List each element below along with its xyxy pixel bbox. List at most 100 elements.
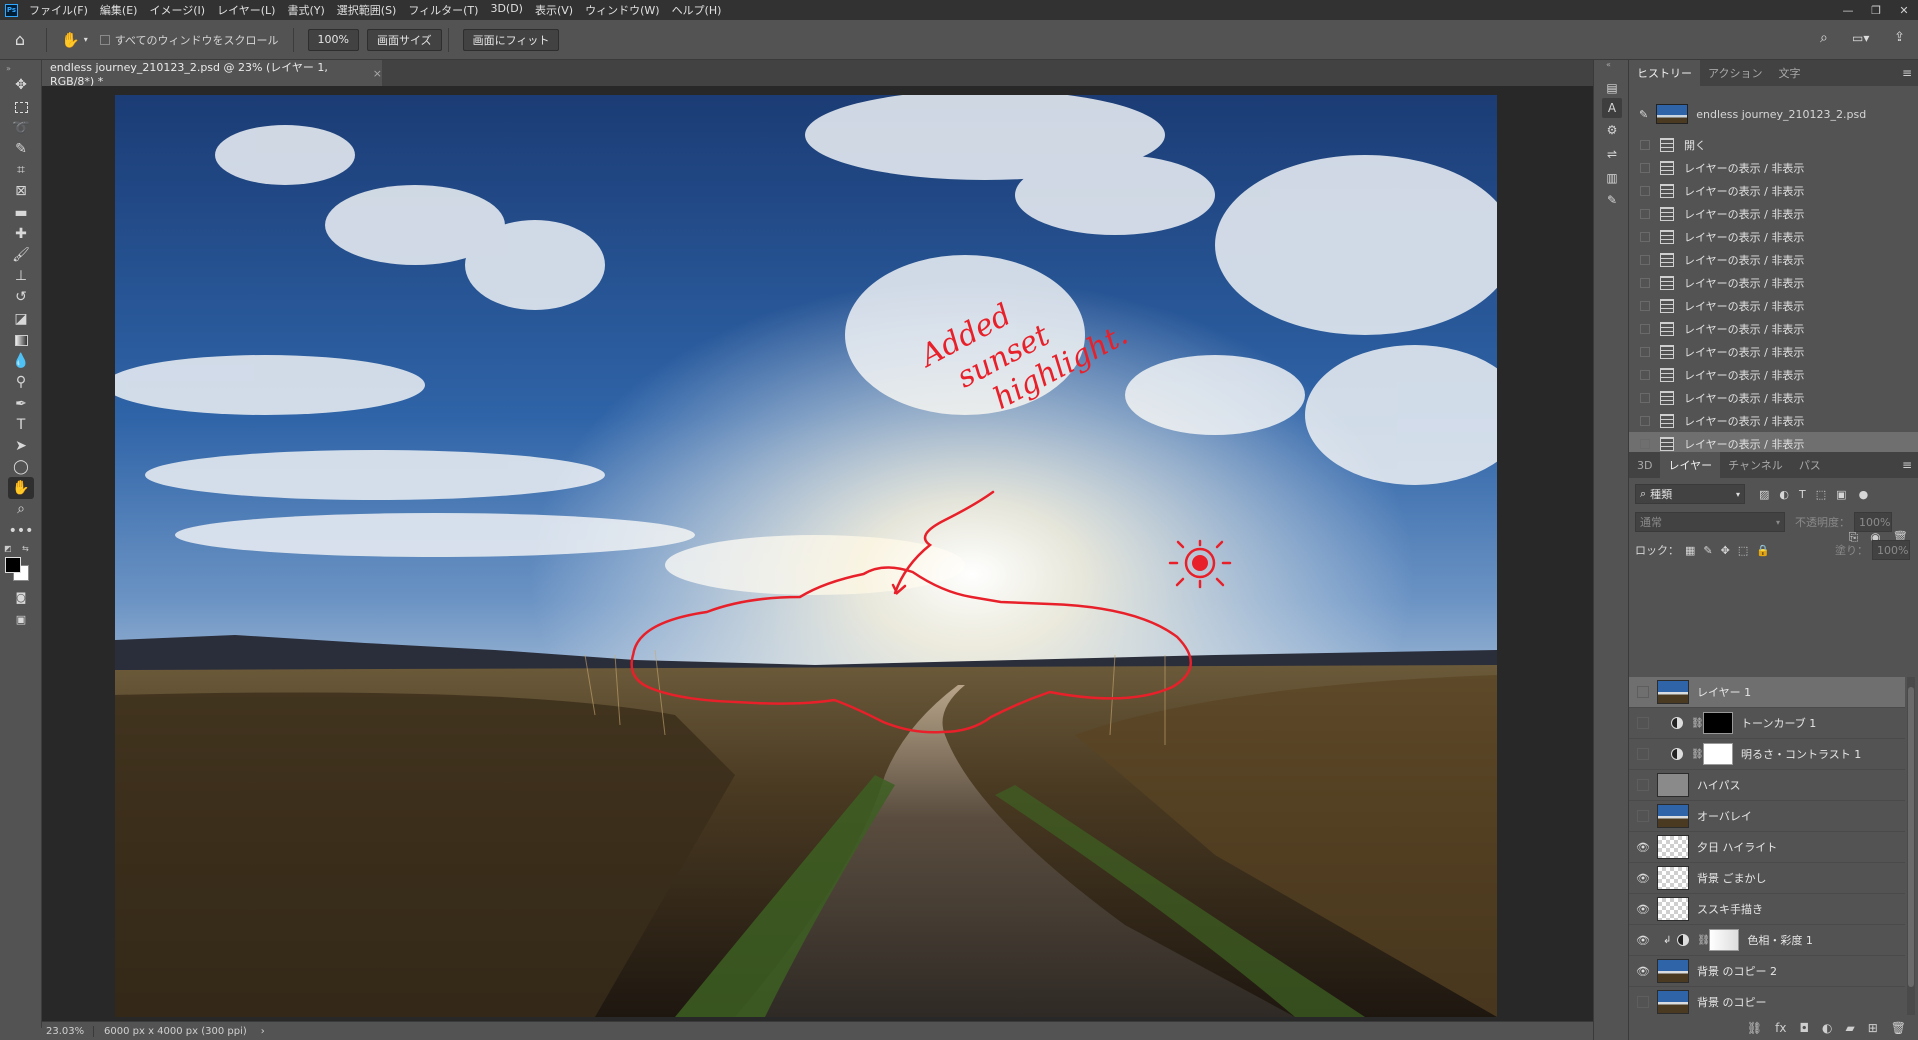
tab-layers[interactable]: レイヤー (1660, 452, 1721, 478)
menu-item[interactable]: ファイル(F) (23, 2, 94, 18)
default-colors-icon[interactable]: ◩ (4, 544, 12, 553)
opacity-input[interactable]: 100% (1854, 512, 1892, 532)
layer-thumbnail[interactable] (1657, 804, 1689, 828)
visibility-eye-icon[interactable]: 👁 (1629, 956, 1657, 987)
healing-brush-icon[interactable]: ✚ (8, 223, 34, 245)
layer-thumbnail[interactable] (1657, 680, 1689, 704)
trash-icon[interactable]: 🗑 (1891, 1021, 1906, 1035)
visibility-toggle[interactable] (1629, 708, 1657, 739)
history-brush-icon[interactable]: ↺ (8, 286, 34, 308)
layer-row[interactable]: ハイパス (1629, 770, 1905, 801)
history-brush-checkbox[interactable] (1640, 438, 1650, 449)
stamp-tool-icon[interactable]: ⊥ (8, 265, 34, 287)
menu-item[interactable]: ウィンドウ(W) (579, 2, 665, 18)
history-brush-checkbox[interactable] (1640, 277, 1650, 288)
actions-panel-icon[interactable]: ⚙ (1602, 120, 1622, 140)
layer-thumbnail[interactable] (1657, 773, 1689, 797)
layer-row[interactable]: 👁 ↲ ⛓ 色相・彩度 1 (1629, 925, 1905, 956)
canvas-area[interactable]: Added sunset highlight. (42, 86, 1593, 1021)
close-window-icon[interactable]: ✕ (1890, 0, 1918, 20)
layer-row[interactable]: レイヤー 1 (1629, 677, 1905, 708)
status-menu-arrow[interactable]: › (261, 1026, 265, 1037)
add-mask-icon[interactable]: ◘ (1799, 1021, 1809, 1035)
mask-link-icon[interactable]: ⛓ (1691, 749, 1704, 760)
lasso-tool-icon[interactable]: ➰ (8, 117, 34, 139)
filter-type-icon[interactable]: T (1799, 488, 1806, 501)
filter-shape-icon[interactable]: ⬚ (1816, 488, 1826, 501)
close-tab-icon[interactable]: × (373, 67, 382, 80)
visibility-box[interactable] (1637, 779, 1649, 791)
hand-tool-icon[interactable]: ✋ (8, 477, 34, 499)
layer-thumbnail[interactable] (1657, 897, 1689, 921)
adjustments-panel-icon[interactable]: ⇌ (1602, 144, 1622, 164)
history-brush-checkbox[interactable] (1640, 162, 1650, 173)
brush-tool-icon[interactable]: 🖌 (8, 244, 34, 266)
history-state[interactable]: レイヤーの表示 / 非表示 (1629, 156, 1918, 179)
history-state[interactable]: レイヤーの表示 / 非表示 (1629, 386, 1918, 409)
layer-thumbnail[interactable] (1657, 866, 1689, 890)
pen-tool-icon[interactable]: ✒ (8, 393, 34, 415)
visibility-toggle[interactable] (1629, 739, 1657, 770)
history-brush-checkbox[interactable] (1640, 346, 1650, 357)
zoom-tool-icon[interactable]: ⌕ (8, 498, 34, 520)
zoom-100-button[interactable]: 100% (307, 28, 359, 51)
history-state[interactable]: レイヤーの表示 / 非表示 (1629, 409, 1918, 432)
history-state[interactable]: レイヤーの表示 / 非表示 (1629, 294, 1918, 317)
frame-tool-icon[interactable]: ⊠ (8, 180, 34, 202)
lock-image-icon[interactable]: ✎ (1703, 544, 1712, 557)
tab-history[interactable]: ヒストリー (1629, 60, 1700, 86)
ruler-tool-icon[interactable]: ▬ (8, 202, 34, 224)
search-icon[interactable]: ⌕ (1820, 30, 1828, 46)
visibility-toggle[interactable] (1629, 987, 1657, 1016)
visibility-toggle[interactable] (1629, 801, 1657, 832)
panel-menu-icon[interactable]: ≡ (1902, 66, 1912, 80)
mask-link-icon[interactable]: ⛓ (1697, 935, 1710, 946)
visibility-eye-icon[interactable]: 👁 (1629, 894, 1657, 925)
visibility-eye-icon[interactable]: 👁 (1629, 925, 1657, 956)
collapse-icon[interactable]: » (6, 64, 11, 73)
layer-row[interactable]: ⛓ 明るさ・コントラスト 1 (1629, 739, 1905, 770)
blend-mode-select[interactable]: 通常 ▾ (1635, 512, 1785, 532)
history-brush-checkbox[interactable] (1640, 369, 1650, 380)
menu-item[interactable]: 3D(D) (484, 2, 529, 18)
crop-tool-icon[interactable]: ⌗ (8, 159, 34, 181)
fill-screen-button[interactable]: 画面にフィット (462, 28, 560, 51)
menu-item[interactable]: ヘルプ(H) (666, 2, 728, 18)
fill-input[interactable]: 100% (1872, 540, 1910, 560)
visibility-box[interactable] (1637, 996, 1649, 1008)
history-state[interactable]: レイヤーの表示 / 非表示 (1629, 363, 1918, 386)
status-zoom[interactable]: 23.03% (42, 1025, 94, 1037)
menu-item[interactable]: イメージ(I) (143, 2, 211, 18)
filter-pixel-icon[interactable]: ▨ (1759, 488, 1769, 501)
layer-thumbnail[interactable] (1657, 990, 1689, 1014)
history-brush-checkbox[interactable] (1640, 231, 1650, 242)
history-state[interactable]: レイヤーの表示 / 非表示 (1629, 340, 1918, 363)
lock-transparent-icon[interactable]: ▦ (1685, 544, 1695, 557)
collapse-icon[interactable]: « (1606, 60, 1611, 69)
link-layers-icon[interactable]: ⛓ (1747, 1021, 1762, 1035)
layer-row[interactable]: ⛓ トーンカーブ 1 (1629, 708, 1905, 739)
visibility-eye-icon[interactable]: 👁 (1629, 832, 1657, 863)
panel-menu-icon[interactable]: ≡ (1902, 458, 1912, 472)
history-brush-source-icon[interactable]: ✎ (1639, 108, 1648, 121)
menu-item[interactable]: 編集(E) (94, 2, 144, 18)
share-icon[interactable]: ⇪ (1894, 30, 1905, 45)
layer-row[interactable]: 👁 ススキ手描き (1629, 894, 1905, 925)
layer-mask-thumbnail[interactable] (1709, 929, 1740, 951)
history-brush-checkbox[interactable] (1640, 139, 1650, 150)
history-state[interactable]: レイヤーの表示 / 非表示 (1629, 271, 1918, 294)
layers-scrollbar[interactable] (1907, 677, 1915, 1015)
adjustment-layer-icon[interactable] (1671, 748, 1683, 760)
brush-settings-icon[interactable]: ▥ (1602, 168, 1622, 188)
gradient-tool-icon[interactable] (8, 329, 34, 351)
menu-item[interactable]: フィルター(T) (402, 2, 484, 18)
new-layer-icon[interactable]: ⊞ (1868, 1021, 1878, 1035)
lock-all-icon[interactable]: 🔒 (1756, 544, 1770, 557)
history-brush-checkbox[interactable] (1640, 208, 1650, 219)
visibility-eye-icon[interactable]: 👁 (1629, 863, 1657, 894)
quick-select-tool-icon[interactable]: ✎ (8, 138, 34, 160)
history-snapshot[interactable]: ✎ endless journey_210123_2.psd (1629, 100, 1918, 128)
visibility-box[interactable] (1637, 717, 1649, 729)
blur-tool-icon[interactable]: 💧 (8, 350, 34, 372)
layer-thumbnail[interactable] (1657, 959, 1689, 983)
